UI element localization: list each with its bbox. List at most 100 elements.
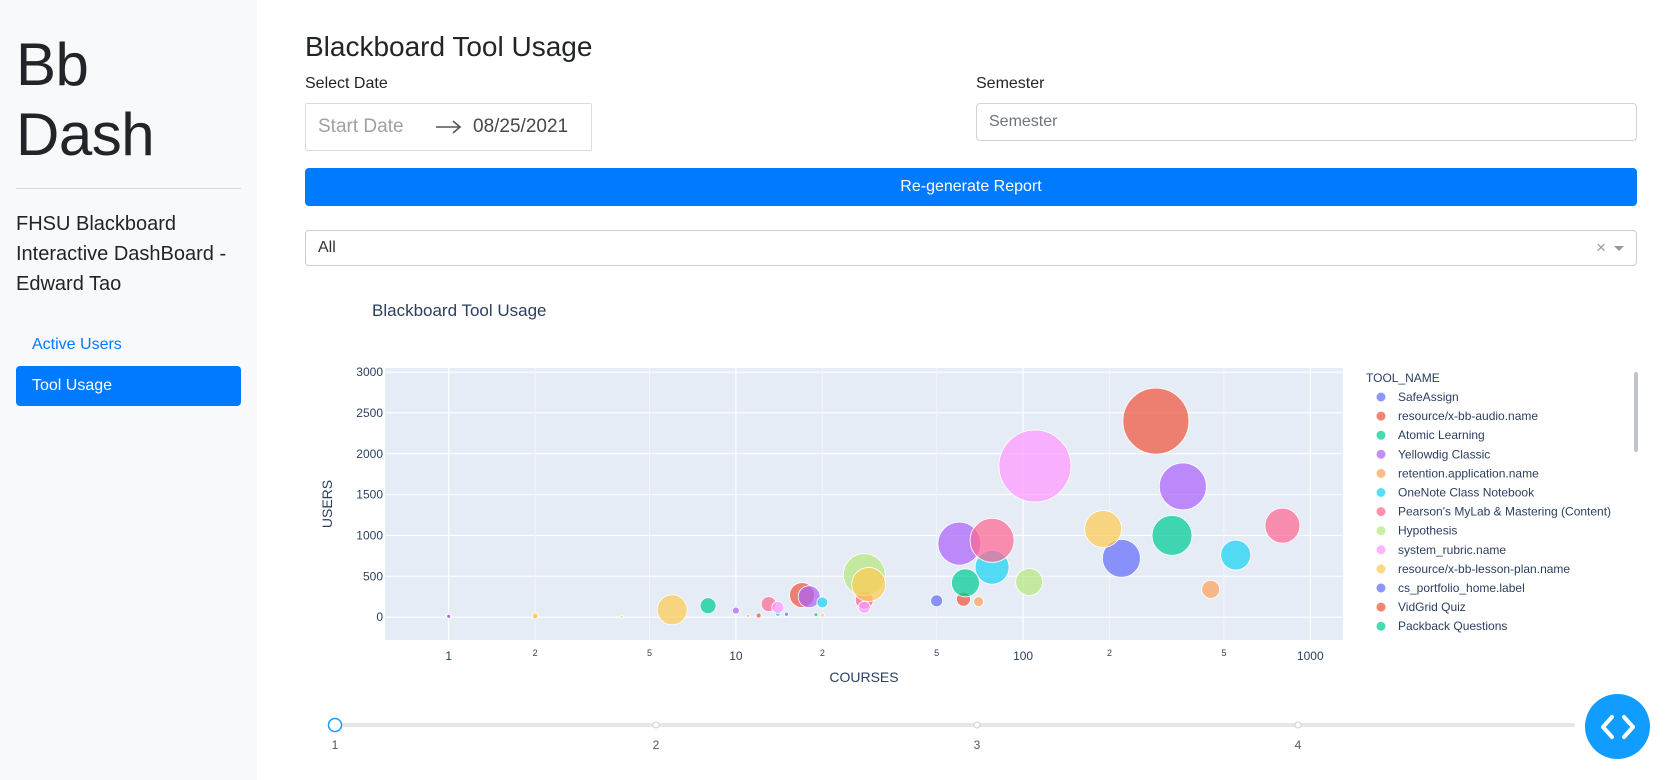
legend-marker [1376, 411, 1386, 421]
legend-item: Atomic Learning [1398, 428, 1485, 442]
x-minor-tick-label: 2 [1107, 648, 1112, 658]
bubble-point [851, 567, 887, 602]
x-minor-tick-label: 5 [647, 648, 652, 658]
bubble-point [732, 606, 740, 615]
x-axis-label: COURSES [829, 669, 898, 685]
legend-item: OneNote Class Notebook [1398, 486, 1535, 500]
legend-scrollbar[interactable] [1634, 372, 1638, 452]
y-tick-label: 2000 [356, 447, 383, 461]
legend-marker [1376, 507, 1386, 517]
nav-link-tool-usage[interactable]: Tool Usage [16, 366, 241, 406]
bubble-point [446, 613, 452, 619]
bubble-point [1220, 539, 1252, 571]
legend-item: system_rubric.name [1398, 543, 1506, 557]
bubble-point [973, 596, 985, 608]
semester-input[interactable] [976, 103, 1637, 141]
x-tick-label: 1000 [1297, 649, 1324, 663]
y-axis-ticks: 0 500 1000 1500 2000 2500 3000 [356, 365, 383, 624]
x-tick-label: 10 [729, 649, 743, 663]
date-range-picker[interactable]: Start Date 08/25/2021 [305, 103, 592, 151]
x-tick-label: 1 [445, 649, 452, 663]
bubble-point [813, 612, 819, 618]
legend-title: TOOL_NAME [1366, 371, 1440, 385]
x-axis-ticks: 1 10 100 1000 2 5 2 5 2 5 [445, 648, 1324, 663]
bubble-point [819, 612, 825, 618]
bubble-point [771, 600, 785, 614]
legend-item: resource/x-bb-lesson-plan.name [1398, 562, 1570, 576]
bubble-point [1015, 568, 1044, 596]
slider-track [330, 723, 1575, 727]
dropdown-value: All [318, 239, 336, 256]
nav-link-active-users[interactable]: Active Users [16, 325, 241, 365]
code-toggle-button[interactable] [1585, 694, 1650, 759]
bubble-point [784, 611, 789, 617]
x-minor-tick-label: 5 [1221, 648, 1226, 658]
legend-item: Pearson's MyLab & Mastering (Content) [1398, 505, 1611, 519]
x-minor-tick-label: 2 [820, 648, 825, 658]
sidebar-divider [16, 188, 241, 189]
brand-title: Bb Dash [16, 31, 155, 168]
bubble-point [998, 429, 1072, 503]
y-tick-label: 2500 [356, 406, 383, 420]
bubble-point [816, 596, 829, 609]
start-date-input[interactable]: Start Date [318, 116, 436, 138]
y-tick-label: 500 [363, 569, 383, 583]
slider-handle[interactable] [327, 717, 343, 733]
legend-item: Packback Questions [1398, 619, 1507, 633]
arrow-right-icon [436, 114, 473, 140]
y-tick-label: 0 [376, 610, 383, 624]
regenerate-report-button[interactable]: Re-generate Report [305, 168, 1637, 206]
bubble-point [1201, 579, 1221, 599]
bubble-point [531, 612, 539, 620]
slider-tick [1294, 721, 1302, 729]
page-title: Blackboard Tool Usage [305, 31, 593, 62]
legend-marker [1376, 430, 1386, 440]
tool-filter-dropdown[interactable]: All × [305, 230, 1637, 266]
legend-item: SafeAssign [1398, 390, 1459, 404]
sidebar-nav: Active Users Tool Usage [16, 325, 241, 406]
chart-title: Blackboard Tool Usage [372, 301, 547, 320]
bubble-point [619, 614, 624, 619]
bubble-point [745, 614, 750, 618]
slider-tick-label: 2 [653, 738, 660, 752]
bubble-point [1158, 462, 1207, 511]
legend-item: VidGrid Quiz [1398, 600, 1466, 614]
legend-item: retention.application.name [1398, 466, 1539, 480]
y-tick-label: 3000 [356, 365, 383, 379]
legend-marker [1376, 526, 1386, 536]
y-tick-label: 1500 [356, 488, 383, 502]
legend-marker [1376, 545, 1386, 555]
bubble-point [930, 594, 944, 608]
caret-down-icon[interactable] [1614, 245, 1624, 251]
bubble-point [857, 600, 871, 614]
legend-marker [1376, 583, 1386, 593]
slider-tick-label: 3 [974, 738, 981, 752]
legend: SafeAssign resource/x-bb-audio.name Atomic… [1376, 390, 1611, 633]
slider-tick [652, 721, 660, 729]
bubble-point [656, 594, 688, 626]
tool-usage-chart: Blackboard Tool Usage 050010001500200025… [319, 301, 1638, 753]
x-tick-label: 100 [1013, 649, 1033, 663]
code-icon [1600, 714, 1635, 739]
x-minor-tick-label: 2 [533, 648, 538, 658]
bubble-point [1122, 387, 1190, 455]
x-minor-tick-label: 5 [934, 648, 939, 658]
sidebar-lead: FHSU Blackboard Interactive DashBoard - … [16, 213, 227, 295]
bubble-point [1151, 515, 1193, 556]
animation-slider[interactable]: 1 2 3 4 [327, 717, 1576, 753]
legend-item: Hypothesis [1398, 524, 1457, 538]
slider-tick-label: 1 [332, 738, 339, 752]
legend-item: resource/x-bb-audio.name [1398, 409, 1538, 423]
legend-item: cs_portfolio_home.label [1398, 581, 1525, 595]
close-icon[interactable]: × [1596, 238, 1606, 258]
end-date-input[interactable]: 08/25/2021 [473, 116, 568, 138]
y-tick-label: 1000 [356, 528, 383, 542]
legend-marker [1376, 468, 1386, 478]
bubble-point [951, 568, 980, 598]
legend-marker [1376, 449, 1386, 459]
legend-marker [1376, 564, 1386, 574]
legend-marker [1376, 602, 1386, 612]
legend-marker [1376, 392, 1386, 402]
legend-item: Yellowdig Classic [1398, 447, 1490, 461]
slider-tick-label: 4 [1295, 738, 1302, 752]
